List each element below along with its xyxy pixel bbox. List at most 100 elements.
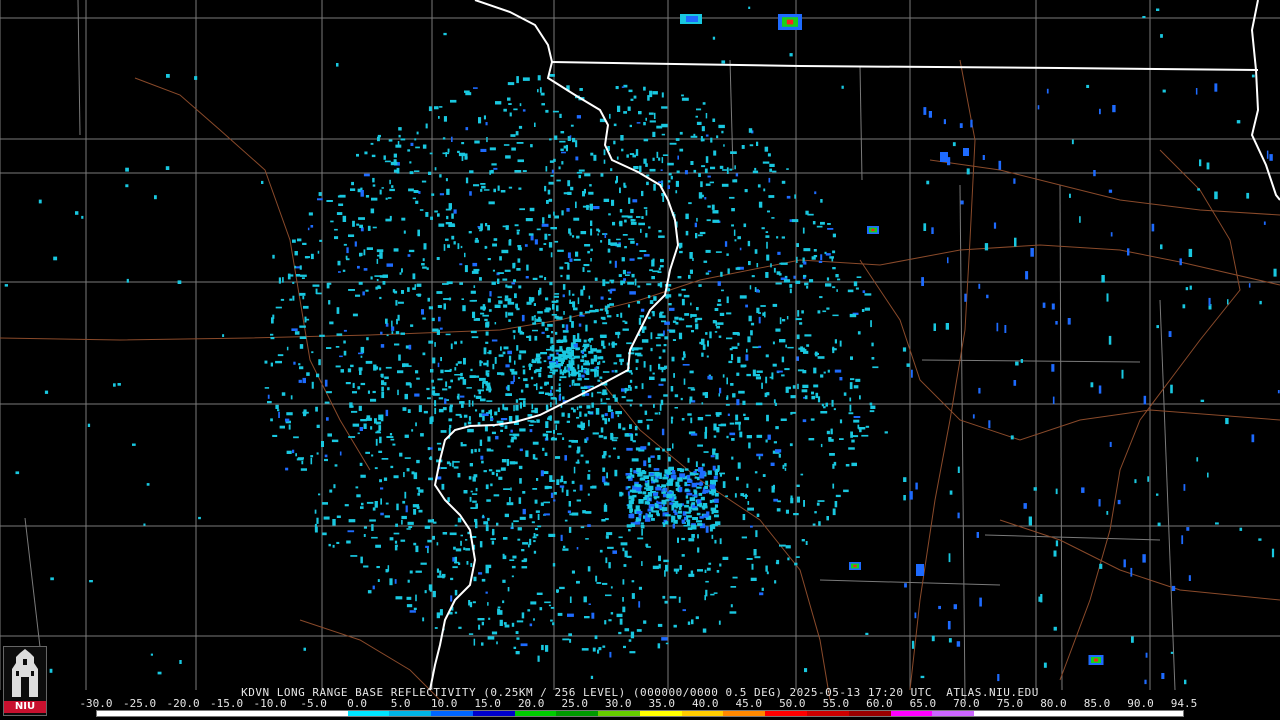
echo-pixel xyxy=(415,594,417,602)
echo-pixel xyxy=(415,200,419,204)
echo-pixel xyxy=(653,468,660,471)
echo-pixel xyxy=(434,106,439,110)
echo-pixel xyxy=(657,455,661,460)
echo-pixel xyxy=(533,303,536,306)
echo-pixel xyxy=(336,212,343,215)
echo-pixel xyxy=(732,393,736,398)
echo-pixel xyxy=(590,220,593,226)
echo-pixel xyxy=(543,471,549,474)
echo-pixel xyxy=(694,469,699,471)
echo-pixel xyxy=(523,558,528,562)
echo-pixel xyxy=(760,305,766,307)
echo-pixel xyxy=(1195,88,1198,95)
echo-pixel xyxy=(557,612,563,616)
echo-pixel xyxy=(396,544,398,547)
echo-pixel xyxy=(379,367,382,371)
echo-pixel xyxy=(576,171,582,174)
echo-pixel xyxy=(826,516,829,521)
echo-pixel xyxy=(622,320,626,323)
echo-pixel xyxy=(541,331,545,334)
echo-pixel xyxy=(599,549,603,553)
echo-pixel xyxy=(641,190,644,197)
echo-pixel xyxy=(554,293,560,295)
echo-pixel xyxy=(686,479,693,483)
echo-pixel xyxy=(596,391,602,394)
echo-pixel xyxy=(626,476,631,479)
echo-pixel xyxy=(785,509,789,514)
echo-pixel xyxy=(437,362,440,368)
echo-pixel xyxy=(645,233,648,238)
echo-pixel xyxy=(1025,271,1029,280)
echo-pixel xyxy=(1214,83,1218,92)
echo-pixel xyxy=(526,264,529,271)
echo-pixel xyxy=(759,592,764,596)
echo-pixel xyxy=(588,603,591,605)
echo-pixel xyxy=(729,348,733,351)
echo-pixel xyxy=(428,477,433,481)
echo-pixel xyxy=(1098,385,1102,394)
echo-pixel xyxy=(621,215,629,218)
echo-pixel xyxy=(765,235,770,238)
echo-pixel xyxy=(431,379,434,383)
echo-pixel xyxy=(357,188,361,193)
echo-pixel xyxy=(299,292,306,296)
echo-pixel xyxy=(546,348,552,351)
echo-pixel xyxy=(414,393,420,397)
echo-pixel xyxy=(568,501,571,507)
echo-pixel xyxy=(650,455,655,458)
echo-pixel xyxy=(870,405,876,409)
echo-pixel xyxy=(515,631,519,634)
echo-pixel xyxy=(449,223,455,227)
echo-pixel xyxy=(547,189,551,195)
echo-pixel xyxy=(774,402,777,406)
echo-pixel xyxy=(322,502,328,505)
echo-pixel xyxy=(509,433,513,436)
echo-pixel xyxy=(569,373,577,376)
echo-pixel xyxy=(371,154,376,158)
echo-pixel xyxy=(754,471,758,474)
echo-pixel xyxy=(483,470,487,473)
echo-pixel xyxy=(576,580,580,584)
echo-pixel xyxy=(534,122,536,127)
echo-pixel xyxy=(527,609,531,612)
echo-pixel xyxy=(667,185,670,189)
echo-pixel xyxy=(773,441,777,444)
echo-pixel xyxy=(649,120,656,123)
echo-pixel xyxy=(491,169,494,174)
echo-pixel xyxy=(536,361,542,364)
echo-pixel xyxy=(513,108,518,111)
echo-pixel xyxy=(528,424,534,426)
echo-pixel xyxy=(489,170,491,175)
echo-pixel xyxy=(132,443,136,446)
echo-pixel xyxy=(769,163,775,167)
echo-pixel xyxy=(573,258,581,261)
echo-pixel xyxy=(1055,321,1058,325)
echo-pixel xyxy=(367,390,370,394)
echo-pixel xyxy=(509,559,515,561)
echo-pixel xyxy=(473,285,476,288)
echo-pixel xyxy=(580,359,585,362)
echo-pixel xyxy=(75,211,79,215)
echo-pixel xyxy=(428,340,434,344)
echo-pixel xyxy=(608,342,611,346)
echo-pixel xyxy=(468,416,471,421)
echo-pixel xyxy=(516,345,519,351)
echo-pixel xyxy=(285,418,290,422)
scale-segment xyxy=(639,711,682,716)
echo-pixel xyxy=(754,556,761,559)
echo-pixel xyxy=(559,586,565,590)
echo-pixel xyxy=(616,243,621,248)
echo-pixel xyxy=(643,254,650,257)
echo-pixel xyxy=(1071,139,1074,145)
echo-pixel xyxy=(865,632,869,635)
echo-pixel xyxy=(581,374,585,378)
echo-pixel xyxy=(601,392,608,395)
echo-pixel xyxy=(436,568,439,573)
echo-pixel xyxy=(366,247,373,250)
echo-pixel xyxy=(715,493,719,497)
echo-pixel xyxy=(783,279,791,283)
echo-pixel xyxy=(389,179,391,185)
echo-pixel xyxy=(580,526,585,529)
echo-pixel xyxy=(1181,535,1184,545)
echo-pixel xyxy=(521,549,525,552)
